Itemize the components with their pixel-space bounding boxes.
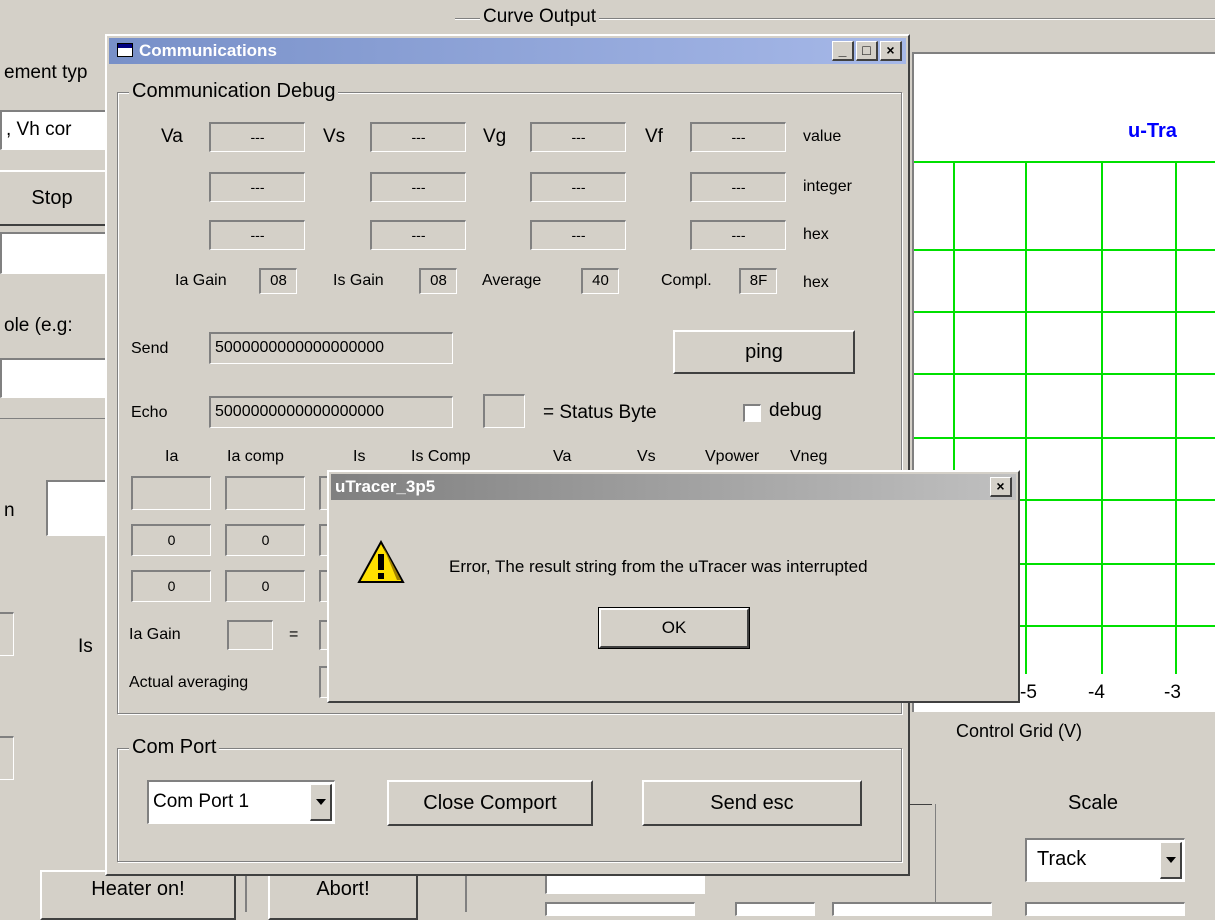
actual-averaging-label: Actual averaging — [129, 674, 249, 691]
x-tick-neg3: -3 — [1164, 682, 1181, 703]
ia-gain-value: 08 — [259, 268, 297, 294]
col-vs: Vs — [637, 448, 656, 465]
element-type-label: ement typ — [4, 62, 88, 83]
status-byte-field — [483, 394, 525, 428]
close-icon[interactable]: × — [990, 477, 1012, 497]
chevron-down-icon[interactable] — [1160, 842, 1182, 879]
vh-combo[interactable]: , Vh cor — [0, 110, 108, 150]
vf-integer: --- — [690, 172, 786, 202]
vs-label: Vs — [323, 126, 346, 147]
heater-on-button[interactable]: Heater on! — [40, 870, 236, 920]
equals-label: = — [289, 626, 299, 643]
error-dialog-titlebar[interactable]: uTracer_3p5 × — [331, 474, 1016, 500]
integer-row-label: integer — [803, 178, 852, 195]
n-label: n — [4, 500, 15, 521]
ia-gain-label: Ia Gain — [175, 272, 227, 289]
va-integer: --- — [209, 172, 305, 202]
x-tick-neg5: -5 — [1020, 682, 1037, 703]
hex-row-label: hex — [803, 226, 829, 243]
compl-value: 8F — [739, 268, 777, 294]
scale-label: Scale — [1068, 792, 1119, 814]
col-vpower: Vpower — [705, 448, 760, 465]
curve-output-title: Curve Output — [480, 6, 599, 28]
table-row — [131, 476, 211, 510]
compl-label: Compl. — [661, 272, 712, 289]
send-label: Send — [131, 340, 169, 357]
left-input-2[interactable] — [0, 358, 108, 398]
average-label: Average — [482, 272, 542, 289]
col-va: Va — [553, 448, 572, 465]
communications-title: Communications — [139, 41, 277, 60]
table-row: 0 — [131, 524, 211, 556]
value-row-label: value — [803, 128, 842, 145]
vs-integer: --- — [370, 172, 466, 202]
vg-hex: --- — [530, 220, 626, 250]
table-row: 0 — [225, 524, 305, 556]
com-port-value: Com Port 1 — [153, 791, 250, 812]
error-dialog: uTracer_3p5 × Error, The result string f… — [327, 470, 1020, 703]
debug-checkbox[interactable] — [743, 404, 761, 422]
send-field[interactable]: 5000000000000000000 — [209, 332, 453, 364]
scale-combo[interactable]: Track — [1025, 838, 1185, 882]
is-gain-label: Is Gain — [333, 272, 384, 289]
abort-button[interactable]: Abort! — [268, 870, 418, 920]
chevron-down-icon[interactable] — [310, 784, 332, 821]
va-label: Va — [161, 126, 183, 147]
stop-button[interactable]: Stop — [0, 170, 108, 226]
vf-label: Vf — [645, 126, 663, 147]
left-input-3[interactable] — [46, 480, 108, 536]
x-axis-label: Control Grid (V) — [956, 721, 1083, 741]
va-hex: --- — [209, 220, 305, 250]
window-icon — [117, 43, 133, 57]
com-port-group-title: Com Port — [129, 736, 220, 758]
vf-hex: --- — [690, 220, 786, 250]
warning-icon — [357, 540, 405, 583]
maximize-icon[interactable]: □ — [856, 41, 878, 61]
scale-combo-value: Track — [1037, 848, 1087, 870]
vs-value: --- — [370, 122, 466, 152]
vg-label: Vg — [483, 126, 507, 147]
close-icon[interactable]: × — [880, 41, 902, 61]
vg-integer: --- — [530, 172, 626, 202]
is-label: Is — [78, 636, 93, 657]
col-is: Is — [353, 448, 366, 465]
example-label: ole (e.g: — [4, 315, 73, 336]
communications-titlebar[interactable]: Communications _ □ × — [109, 38, 906, 64]
plot-title: u-Tra — [1128, 120, 1177, 142]
debug-group-title: Communication Debug — [129, 80, 339, 102]
ping-button[interactable]: ping — [673, 330, 855, 374]
vg-value: --- — [530, 122, 626, 152]
send-esc-button[interactable]: Send esc — [642, 780, 862, 826]
echo-field: 5000000000000000000 — [209, 396, 453, 428]
vf-value: --- — [690, 122, 786, 152]
error-dialog-title: uTracer_3p5 — [335, 477, 436, 496]
debug-checkbox-label: debug — [769, 400, 822, 421]
is-gain-value: 08 — [419, 268, 457, 294]
close-comport-button[interactable]: Close Comport — [387, 780, 593, 826]
table-row: 0 — [131, 570, 211, 602]
communications-window: Communications _ □ × Communication Debug… — [105, 34, 910, 876]
left-input-1[interactable] — [0, 232, 108, 274]
vs-hex: --- — [370, 220, 466, 250]
col-ia: Ia — [165, 448, 179, 465]
com-port-select[interactable]: Com Port 1 — [147, 780, 335, 824]
col-vneg: Vneg — [790, 448, 828, 465]
error-message: Error, The result string from the uTrace… — [449, 557, 868, 576]
minimize-icon[interactable]: _ — [832, 41, 854, 61]
ia-gain-row-field — [227, 620, 273, 650]
average-value: 40 — [581, 268, 619, 294]
col-ia-comp: Ia comp — [227, 448, 284, 465]
status-byte-label: = Status Byte — [543, 402, 657, 423]
table-row — [225, 476, 305, 510]
ok-button[interactable]: OK — [598, 607, 750, 649]
x-tick-neg4: -4 — [1088, 682, 1105, 703]
va-value: --- — [209, 122, 305, 152]
echo-label: Echo — [131, 404, 168, 421]
gains-unit-label: hex — [803, 274, 829, 291]
table-row: 0 — [225, 570, 305, 602]
col-is-comp: Is Comp — [411, 448, 471, 465]
ia-gain-row-label: Ia Gain — [129, 626, 181, 643]
